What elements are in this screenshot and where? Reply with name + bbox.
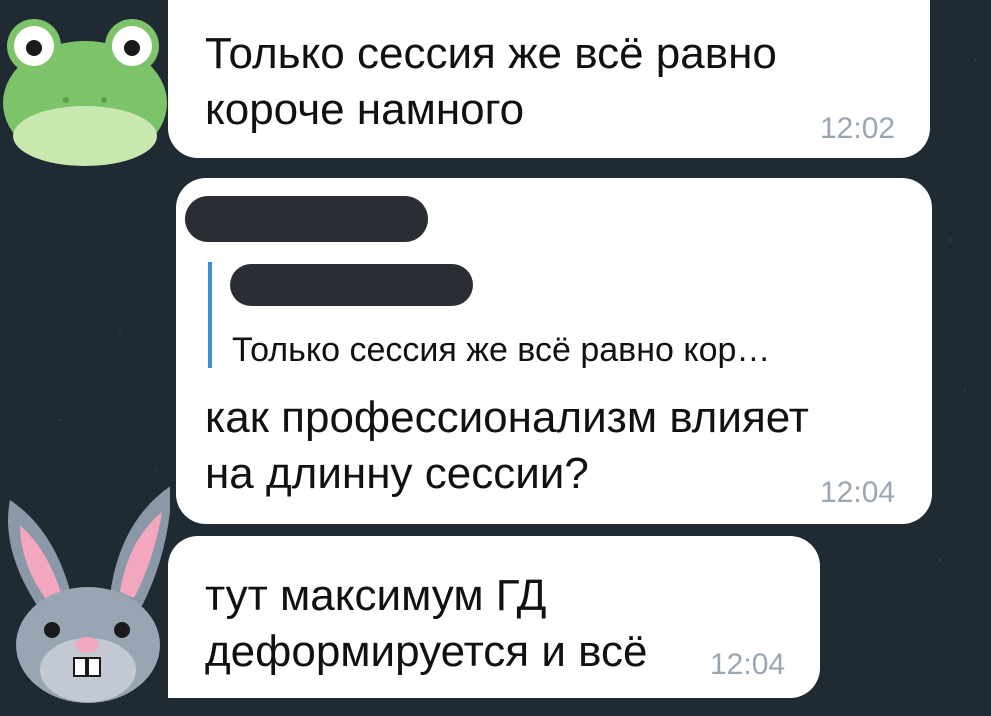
redacted-sender-name xyxy=(185,196,428,242)
message-1-line-2: короче намного xyxy=(205,85,525,134)
message-3-time: 12:04 xyxy=(710,648,786,681)
redacted-quoted-author xyxy=(230,264,473,306)
message-1-time: 12:02 xyxy=(820,112,896,145)
frog-avatar[interactable] xyxy=(0,8,170,168)
quoted-message-preview: Только сессия же всё равно кор… xyxy=(232,331,771,369)
bunny-icon xyxy=(8,485,172,703)
message-2-line-1: как профессионализм влияет xyxy=(205,393,809,442)
message-2-time: 12:04 xyxy=(820,476,896,509)
message-2-line-2: на длинну сессии? xyxy=(205,449,589,498)
bunny-avatar[interactable] xyxy=(0,480,172,711)
reply-bar xyxy=(208,262,212,368)
message-1-line-1: Только сессия же всё равно xyxy=(205,29,777,78)
frog-icon xyxy=(3,19,167,166)
message-3-line-1: тут максимум ГД xyxy=(205,571,547,620)
message-3-line-2: деформируется и всё xyxy=(205,627,648,676)
